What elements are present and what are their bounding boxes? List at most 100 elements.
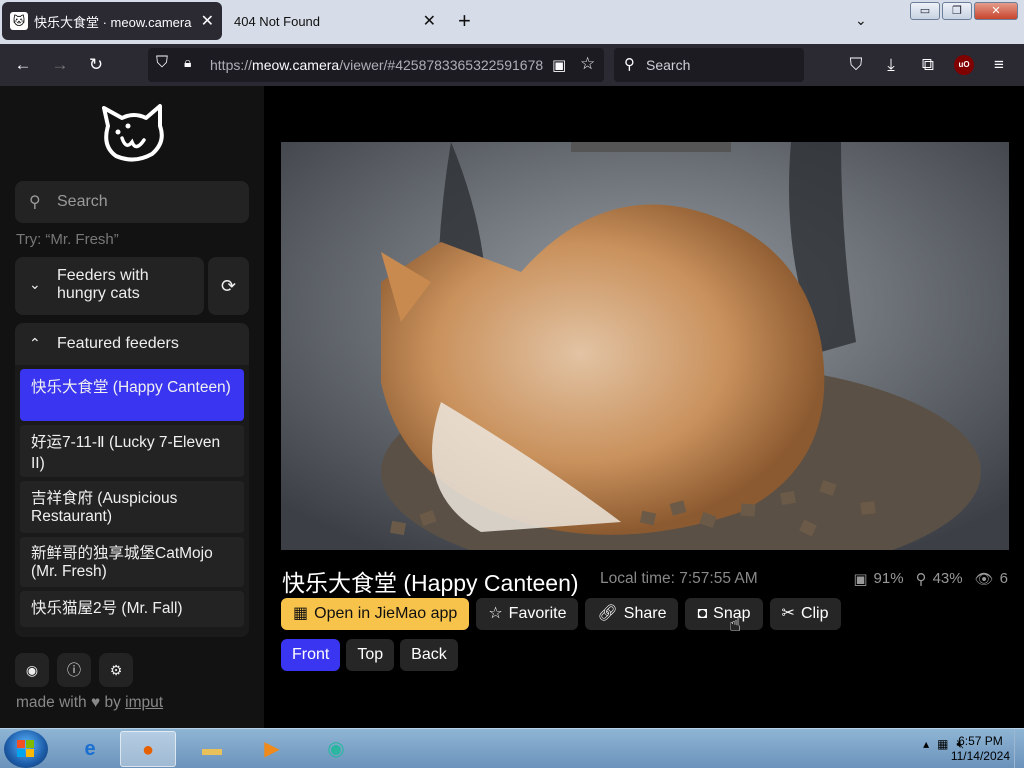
system-clock[interactable]: 6:57 PM 11/14/2024 bbox=[951, 734, 1010, 764]
snap-button[interactable]: ◘ Snap bbox=[685, 598, 763, 630]
url-text[interactable]: https://meow.camera/viewer/#425878336532… bbox=[210, 57, 550, 73]
qr-code-icon: ▦ bbox=[293, 605, 309, 622]
lock-icon[interactable]: 🔒︎ bbox=[184, 54, 191, 71]
food-level-value: 91% bbox=[873, 570, 904, 587]
feeder-item-mr-fresh[interactable]: 新鲜哥的独享城堡CatMojo (Mr. Fresh) bbox=[20, 537, 244, 587]
maximize-icon[interactable]: ❐ bbox=[942, 2, 972, 20]
arrow-left-icon[interactable]: ← bbox=[12, 54, 34, 76]
favorite-button[interactable]: ☆ Favorite bbox=[476, 598, 579, 630]
tab-title: 404 Not Found bbox=[234, 13, 321, 29]
feeder-item-auspicious-restaurant[interactable]: 吉祥食府 (Auspicious Restaurant) bbox=[20, 481, 244, 533]
shield-icon[interactable]: ⛉ bbox=[156, 54, 168, 72]
refresh-icon: ⟳ bbox=[220, 276, 237, 296]
feeder-item-mr-fall[interactable]: 快乐猫屋2号 (Mr. Fall) bbox=[20, 591, 244, 627]
extensions-icon[interactable]: ⧉ bbox=[917, 54, 939, 76]
windows-start-icon[interactable] bbox=[4, 730, 48, 768]
tab-404[interactable]: 404 Not Found ✕ bbox=[224, 2, 444, 40]
feeder-item-lucky-7-eleven[interactable]: 好运7-11-Ⅱ (Lucky 7-Eleven II) bbox=[20, 425, 244, 477]
featured-feeders-toggle[interactable]: ⌃ Featured feeders bbox=[15, 323, 249, 365]
window-controls: ▭ ❐ ✕ bbox=[910, 2, 1018, 20]
network-icon[interactable]: ▦ bbox=[937, 737, 948, 752]
close-tab-icon[interactable]: ✕ bbox=[423, 11, 436, 31]
sidebar-bottom-icons: ◉ ⓘ ⚙ bbox=[15, 653, 133, 687]
settings-icon[interactable]: ⚙ bbox=[99, 653, 133, 687]
local-time: Local time: 7:57:55 AM bbox=[600, 570, 758, 587]
sidebar: ⚲ Search Try: “Mr. Fresh” ⌄ Feeders with… bbox=[0, 86, 264, 728]
firefox-icon[interactable]: ● bbox=[120, 731, 176, 767]
snack-level-icon: ⚲ bbox=[915, 571, 927, 588]
reload-icon[interactable]: ↻ bbox=[85, 54, 107, 76]
search-hint: Try: “Mr. Fresh” bbox=[16, 231, 119, 248]
download-icon[interactable]: ⤓ bbox=[880, 54, 902, 76]
view-top-button[interactable]: Top bbox=[346, 639, 395, 671]
scissors-icon: ✂ bbox=[781, 605, 795, 622]
info-icon[interactable]: ⓘ bbox=[57, 653, 91, 687]
ublock-icon[interactable]: uO bbox=[954, 55, 974, 75]
viewer-actions: ▦ Open in JieMao app ☆ Favorite 🔗︎ Share ◘ S… bbox=[281, 598, 841, 630]
imput-link[interactable]: imput bbox=[125, 694, 163, 711]
sidebar-search-input[interactable]: ⚲ Search bbox=[15, 181, 249, 223]
browser-tab-bar: 🐱 快乐大食堂 · meow.camera ✕ 404 Not Found ✕ … bbox=[0, 0, 1024, 44]
tab-meow-camera[interactable]: 🐱 快乐大食堂 · meow.camera ✕ bbox=[2, 2, 222, 40]
open-in-app-button[interactable]: ▦ Open in JieMao app bbox=[281, 598, 470, 630]
search-placeholder: Search bbox=[57, 193, 108, 210]
internet-explorer-icon[interactable]: e bbox=[62, 731, 118, 767]
tab-title: 快乐大食堂 · meow.camera bbox=[34, 14, 192, 30]
windows-flag-icon bbox=[17, 740, 34, 757]
chevron-down-icon[interactable]: ⌄ bbox=[855, 12, 867, 29]
pocket-icon[interactable]: ⛉ bbox=[845, 54, 867, 76]
hungry-cats-toggle[interactable]: ⌄ Feeders with hungry cats bbox=[15, 257, 204, 315]
search-bar[interactable]: ⚲ Search bbox=[614, 48, 804, 82]
star-icon: ☆ bbox=[488, 605, 503, 622]
camera-icon: ◘ bbox=[697, 605, 708, 622]
arrow-right-icon[interactable]: → bbox=[49, 54, 71, 76]
plus-icon[interactable]: + bbox=[458, 8, 471, 34]
show-desktop-button[interactable] bbox=[1014, 729, 1024, 768]
media-player-icon[interactable]: ▶ bbox=[244, 731, 300, 767]
snack-level-value: 43% bbox=[932, 570, 963, 587]
app-icon[interactable]: ◉ bbox=[308, 731, 364, 767]
menu-icon[interactable]: ≡ bbox=[988, 54, 1010, 76]
url-bar[interactable]: ⛉ 🔒︎ https://meow.camera/viewer/#4258783… bbox=[148, 48, 604, 82]
navigation-bar: ← → ↻ ⛉ 🔒︎ https://meow.camera/viewer/#4… bbox=[0, 44, 1024, 86]
heart-icon: ♥ bbox=[90, 694, 101, 711]
file-explorer-icon[interactable]: ▬ bbox=[184, 731, 240, 767]
camera-view-selector: Front Top Back bbox=[281, 639, 458, 671]
minimize-icon[interactable]: ▭ bbox=[910, 2, 940, 20]
search-placeholder: Search bbox=[646, 57, 691, 73]
close-tab-icon[interactable]: ✕ bbox=[201, 11, 214, 31]
clock-date: 11/14/2024 bbox=[950, 749, 1010, 763]
reader-mode-icon[interactable]: ▣ bbox=[552, 56, 566, 74]
clip-button[interactable]: ✂ Clip bbox=[769, 598, 841, 630]
camera-stream[interactable] bbox=[281, 142, 1009, 550]
feeder-stats: ▣ 91% ⚲ 43% 👁︎ 6 bbox=[847, 570, 1008, 588]
search-icon: ⚲ bbox=[29, 194, 41, 211]
viewers-eye-icon: 👁︎ bbox=[974, 571, 994, 588]
viewers-count: 6 bbox=[999, 570, 1008, 587]
chevron-up-icon: ⌃ bbox=[29, 335, 41, 351]
link-icon: 🔗︎ bbox=[597, 605, 618, 622]
chevron-down-icon: ⌄ bbox=[29, 276, 41, 292]
feeder-item-happy-canteen[interactable]: 快乐大食堂 (Happy Canteen) bbox=[20, 369, 244, 421]
featured-feeders-label: Featured feeders bbox=[57, 335, 179, 352]
cat-favicon-icon: 🐱 bbox=[10, 12, 28, 30]
feeder-title: 快乐大食堂 (Happy Canteen) bbox=[282, 570, 579, 596]
view-front-button[interactable]: Front bbox=[281, 639, 341, 671]
clock-time: 6:57 PM bbox=[958, 734, 1003, 748]
discord-icon[interactable]: ◉ bbox=[15, 653, 49, 687]
search-icon: ⚲ bbox=[624, 56, 635, 73]
bookmark-star-icon[interactable]: ☆ bbox=[580, 54, 595, 74]
windows-taskbar: e ● ▬ ▶ ◉ ▴ ▦ 🔇︎ 6:57 PM 11/14/2024 bbox=[0, 728, 1024, 768]
hungry-cats-label: Feeders with hungry cats bbox=[57, 267, 149, 302]
cat-logo-icon[interactable] bbox=[100, 102, 168, 166]
meow-camera-page: ⚲ Search Try: “Mr. Fresh” ⌄ Feeders with… bbox=[0, 86, 1024, 728]
show-hidden-icons-icon[interactable]: ▴ bbox=[923, 737, 929, 752]
hand-cursor-icon: ☝ bbox=[729, 614, 742, 636]
view-back-button[interactable]: Back bbox=[400, 639, 458, 671]
footer-credit: made with ♥ by imput bbox=[16, 694, 164, 711]
food-level-icon: ▣ bbox=[853, 571, 868, 588]
share-button[interactable]: 🔗︎ Share bbox=[585, 598, 679, 630]
close-icon[interactable]: ✕ bbox=[974, 2, 1018, 20]
feeder-list: 快乐大食堂 (Happy Canteen) 好运7-11-Ⅱ (Lucky 7-… bbox=[15, 365, 249, 637]
refresh-button[interactable]: ⟳ bbox=[208, 257, 249, 315]
